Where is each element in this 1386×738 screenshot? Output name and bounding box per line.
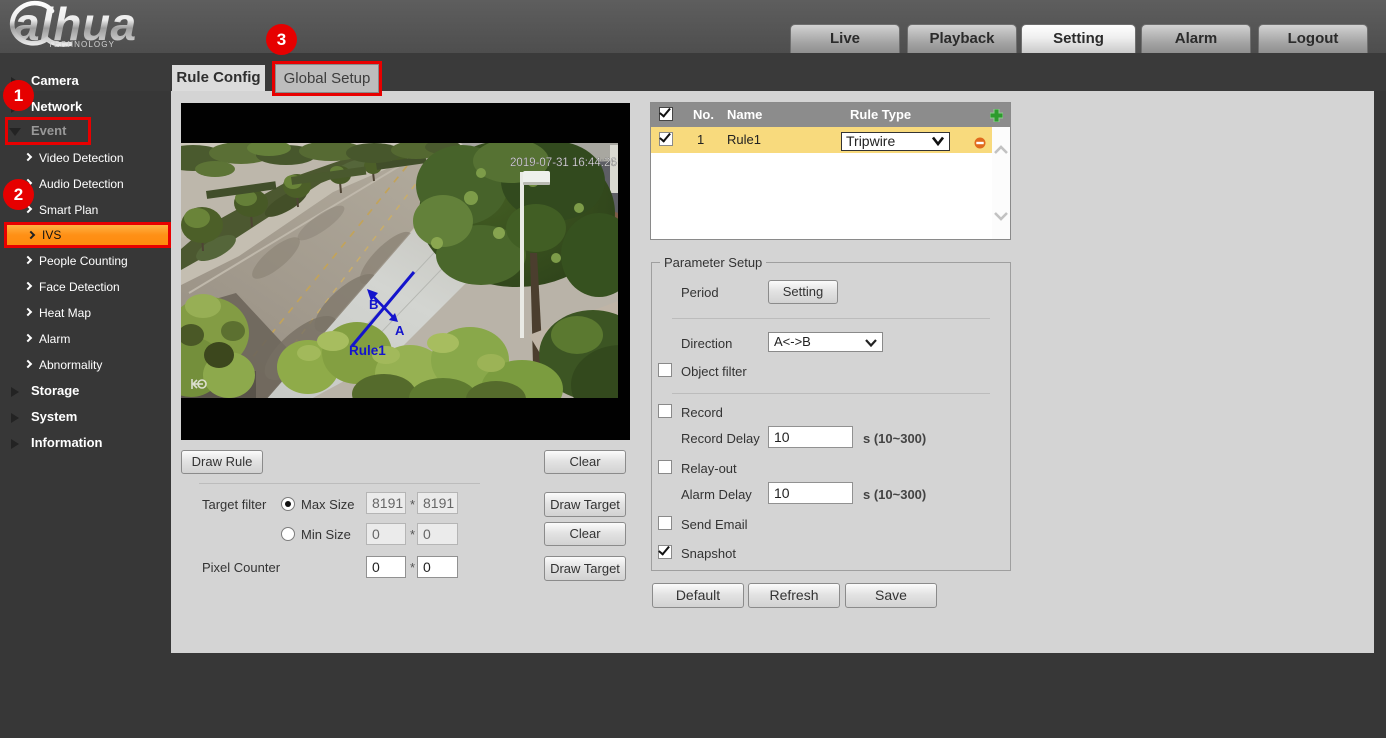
svg-text:B: B [369,297,378,312]
svg-text:2019-07-31 16:44:26: 2019-07-31 16:44:26 [510,157,617,169]
svg-text:A: A [395,323,405,338]
svg-text:Rule1: Rule1 [349,343,386,358]
svg-text:TECHNOLOGY: TECHNOLOGY [48,40,115,49]
